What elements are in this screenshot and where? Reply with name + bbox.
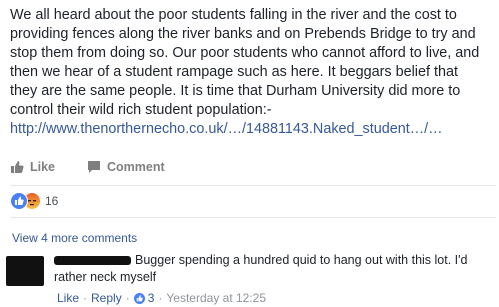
separator: · [83, 291, 88, 305]
avatar[interactable] [6, 256, 44, 286]
post-link[interactable]: http://www.thenorthernecho.co.uk/…/14881… [10, 120, 496, 139]
comment-text: Bugger spending a hundred quid to hang o… [54, 252, 484, 286]
post-text-line: We all heard about the poor students fal… [10, 7, 457, 23]
divider [10, 185, 496, 186]
comment-meta: Like · Reply · 3 · Yesterday at 12:25 [57, 291, 266, 305]
reaction-count: 16 [45, 194, 59, 208]
post-text-line: providing fences along the river banks a… [10, 26, 476, 42]
thumbs-up-icon [11, 161, 24, 173]
view-more-comments-link[interactable]: View 4 more comments [12, 231, 137, 245]
comment-reply-link[interactable]: Reply [91, 291, 122, 305]
comment-icon [88, 161, 101, 173]
post-text-line: control their wild rich student populati… [10, 102, 272, 118]
separator: · [158, 291, 163, 305]
like-icon [10, 192, 28, 210]
comment-like-link[interactable]: Like [57, 291, 79, 305]
like-label: Like [30, 160, 56, 174]
post-text-line: they are the same people. It is time tha… [10, 83, 461, 99]
like-button[interactable]: Like [10, 160, 55, 174]
comment-line: rather neck myself [54, 270, 157, 284]
separator: · [125, 291, 130, 305]
comment-button[interactable]: Comment [87, 160, 165, 174]
like-icon [133, 292, 145, 304]
divider [10, 217, 496, 218]
comment-line: Bugger spending a hundred quid to hang o… [135, 253, 468, 267]
comment-timestamp[interactable]: Yesterday at 12:25 [166, 291, 266, 305]
post-text-line: then we hear of a student rampage such a… [10, 64, 458, 80]
comment-label: Comment [107, 160, 165, 174]
redacted-author-name[interactable] [54, 256, 131, 266]
post-text: We all heard about the poor students fal… [10, 6, 496, 139]
post-action-bar: Like Comment [10, 155, 197, 179]
post-text-line: stop them from doing so. Our poor studen… [10, 45, 480, 61]
reactions-summary[interactable]: 16 [10, 192, 58, 210]
comment-like-count[interactable]: 3 [148, 291, 155, 305]
